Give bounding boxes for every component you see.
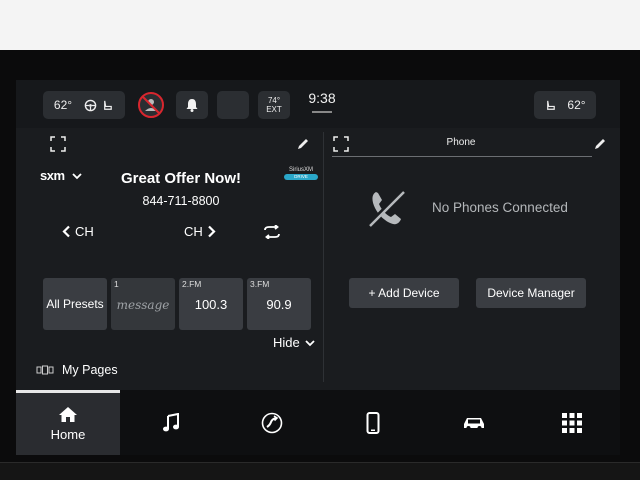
home-icon xyxy=(59,407,77,422)
heated-seat-icon xyxy=(104,100,112,110)
all-presets-button[interactable]: All Presets xyxy=(43,278,107,330)
add-device-label: + Add Device xyxy=(368,286,440,300)
radio-panel: sxm Great Offer Now! 844-711-8800 Sirius… xyxy=(16,128,322,390)
phone-icon xyxy=(366,411,380,434)
phone-title-underline xyxy=(332,156,592,157)
preset-1-logo: message xyxy=(116,298,170,312)
chevron-down-icon xyxy=(72,173,82,180)
nav-vehicle-button[interactable] xyxy=(424,390,524,455)
offer-phone-number: 844-711-8800 xyxy=(142,194,220,208)
preset-3-button[interactable]: 3.FM 90.9 xyxy=(247,278,311,330)
chevron-right-icon xyxy=(208,225,216,238)
notifications-button[interactable] xyxy=(176,91,208,119)
music-icon xyxy=(163,412,179,431)
passenger-temp: 62° xyxy=(567,98,586,112)
driver-alert-button[interactable] xyxy=(136,91,166,119)
edit-radio-icon[interactable] xyxy=(296,137,310,151)
nav-phone-button[interactable] xyxy=(322,390,424,455)
nav-navigation-button[interactable] xyxy=(222,390,322,455)
exterior-temp-pill: 74° EXT xyxy=(258,91,290,119)
phone-panel-title: Phone xyxy=(446,137,476,148)
source-label: sxm xyxy=(40,168,65,183)
my-pages-button[interactable]: My Pages xyxy=(36,363,118,377)
siriusxm-logo-sub: DRIVE xyxy=(284,174,318,180)
car-icon xyxy=(464,417,484,430)
preset-2-frequency: 100.3 xyxy=(194,297,228,312)
chevron-down-icon xyxy=(305,339,315,346)
pages-icon xyxy=(36,365,54,375)
phone-disconnected-icon xyxy=(366,188,406,228)
exterior-temp: 74° xyxy=(267,96,281,105)
clock: 9:38 xyxy=(308,90,336,106)
hide-label: Hide xyxy=(273,335,300,350)
phone-panel: Phone No Phones Connected + Add Device D… xyxy=(332,128,620,390)
chevron-left-icon xyxy=(62,225,70,238)
preset-1-button[interactable]: 1 message xyxy=(111,278,175,330)
add-device-button[interactable]: + Add Device xyxy=(349,278,459,308)
navigation-icon xyxy=(261,412,283,433)
blank-status-slot[interactable] xyxy=(217,91,249,119)
channel-up-button[interactable]: CH xyxy=(184,224,216,239)
heated-wheel-icon xyxy=(84,99,97,111)
bell-icon xyxy=(186,99,198,112)
my-pages-label: My Pages xyxy=(62,363,118,377)
nav-home-label: Home xyxy=(50,427,86,442)
no-phones-message: No Phones Connected xyxy=(432,200,568,215)
all-presets-label: All Presets xyxy=(46,297,104,311)
driver-attention-icon xyxy=(138,92,164,118)
exterior-label: EXT xyxy=(266,105,282,114)
channel-down-button[interactable]: CH xyxy=(62,224,94,239)
siriusxm-logo: SiriusXM DRIVE xyxy=(284,167,318,183)
infotainment-screen: 62° 74° EXT 9:38 62° sxm Great Offer Now xyxy=(16,80,620,455)
preset-3-band: 3.FM xyxy=(250,279,270,289)
nav-apps-button[interactable] xyxy=(524,390,620,455)
preset-2-band: 2.FM xyxy=(182,279,202,289)
device-manager-button[interactable]: Device Manager xyxy=(476,278,586,308)
passenger-seat-icon xyxy=(547,100,556,110)
hide-presets-button[interactable]: Hide xyxy=(273,335,315,350)
bottom-nav: Home xyxy=(16,390,620,455)
status-bar: 62° 74° EXT 9:38 62° xyxy=(16,80,620,128)
bezel-lip xyxy=(0,462,640,480)
expand-radio-icon[interactable] xyxy=(50,136,66,152)
apps-grid-icon xyxy=(562,412,582,433)
clock-underline xyxy=(312,111,332,113)
preset-1-number: 1 xyxy=(114,279,119,289)
preset-2-button[interactable]: 2.FM 100.3 xyxy=(179,278,243,330)
siriusxm-logo-text: SiriusXM xyxy=(288,167,313,173)
shuffle-icon[interactable] xyxy=(262,225,282,239)
edit-phone-icon[interactable] xyxy=(593,137,607,151)
nav-home-button[interactable]: Home xyxy=(16,390,120,455)
driver-temp: 62° xyxy=(53,98,73,112)
passenger-climate-pill[interactable]: 62° xyxy=(534,91,596,119)
offer-title: Great Offer Now! xyxy=(120,170,241,187)
preset-3-frequency: 90.9 xyxy=(266,297,292,312)
channel-down-label: CH xyxy=(75,224,94,239)
nav-media-button[interactable] xyxy=(120,390,222,455)
device-manager-label: Device Manager xyxy=(487,286,575,300)
source-selector[interactable]: sxm xyxy=(40,168,82,183)
driver-climate-pill[interactable]: 62° xyxy=(43,91,125,119)
panel-divider xyxy=(323,132,324,382)
channel-up-label: CH xyxy=(184,224,203,239)
